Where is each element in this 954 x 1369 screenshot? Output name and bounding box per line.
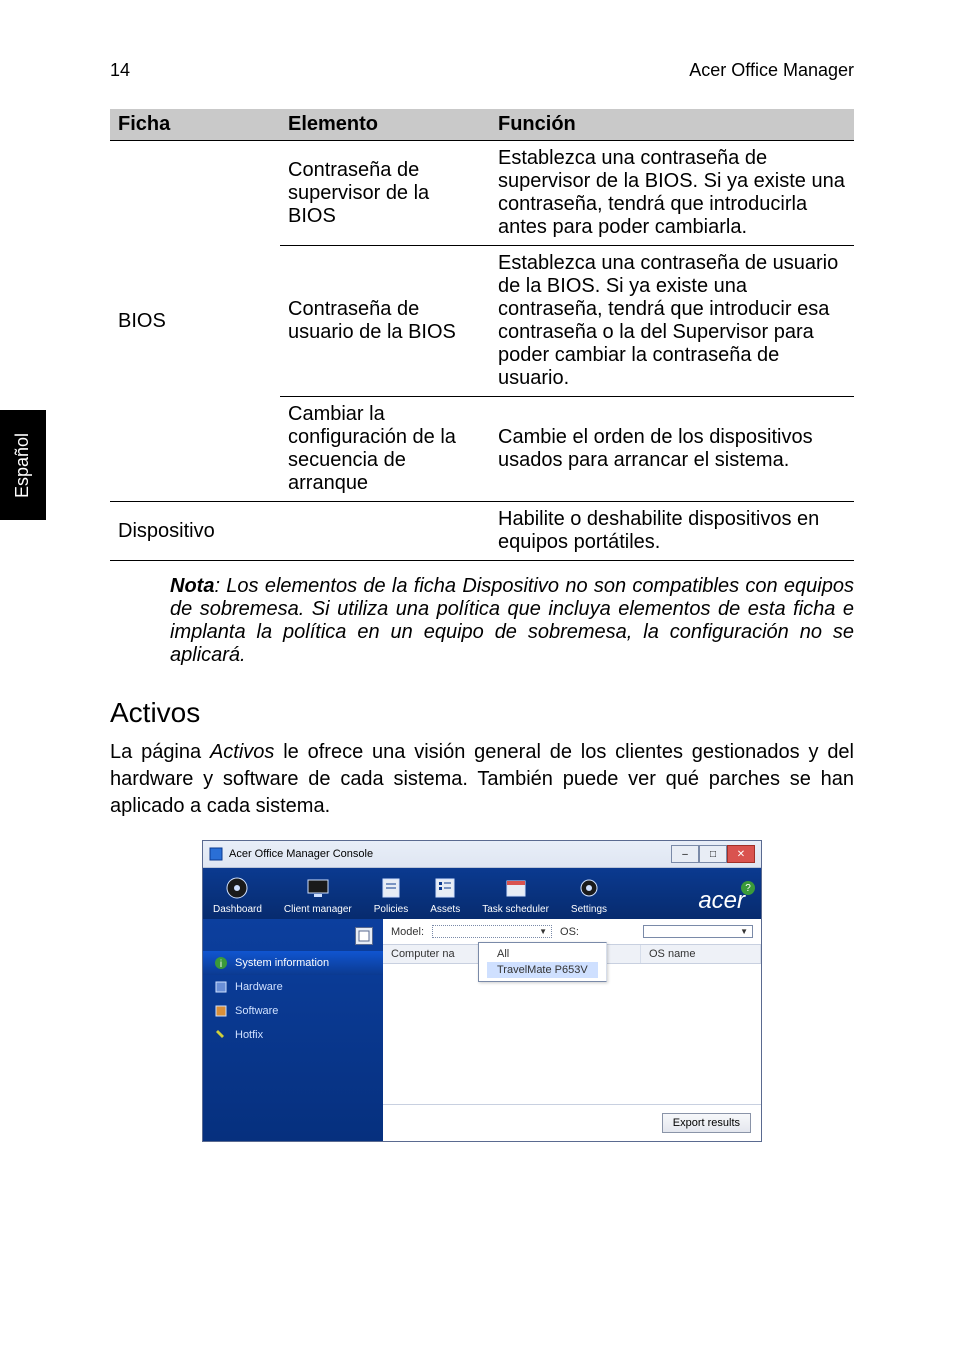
export-results-button[interactable]: Export results bbox=[662, 1113, 751, 1133]
nav-dashboard[interactable]: Dashboard bbox=[213, 876, 262, 915]
dropdown-travelmate[interactable]: TravelMate P653V bbox=[487, 962, 598, 978]
nav-settings-label: Settings bbox=[571, 904, 607, 915]
activos-em: Activos bbox=[210, 741, 274, 763]
sidebar-sysinfo-label: System information bbox=[235, 957, 329, 969]
os-label: OS: bbox=[560, 926, 579, 938]
th-funcion: Función bbox=[490, 109, 854, 141]
td-el-2: Cambiar la configuración de la secuencia… bbox=[280, 397, 490, 502]
os-combo[interactable]: ▼ bbox=[643, 925, 753, 938]
td-el-1: Contraseña de usuario de la BIOS bbox=[280, 246, 490, 397]
main-panel: Model: ▼ OS: ▼ Computer na Model OS name… bbox=[383, 919, 761, 1141]
chevron-down-icon: ▼ bbox=[539, 927, 547, 936]
table-headers: Computer na Model OS name All TravelMate… bbox=[383, 945, 761, 964]
monitor-icon bbox=[303, 876, 333, 900]
nav-settings[interactable]: Settings bbox=[571, 876, 607, 915]
td-el-0: Contraseña de supervisor de la BIOS bbox=[280, 141, 490, 246]
new-doc-icon[interactable] bbox=[355, 927, 373, 945]
nav-client-manager[interactable]: Client manager bbox=[284, 876, 352, 915]
sidebar: i System information Hardware Software H… bbox=[203, 919, 383, 1141]
nav-policies-label: Policies bbox=[374, 904, 408, 915]
model-combo[interactable]: ▼ bbox=[432, 925, 552, 938]
svg-text:i: i bbox=[220, 959, 222, 970]
activos-heading: Activos bbox=[110, 697, 854, 729]
activos-pre: La página bbox=[110, 741, 210, 763]
nav-task-label: Task scheduler bbox=[482, 904, 549, 915]
sidebar-software-label: Software bbox=[235, 1005, 278, 1017]
activos-body: La página Activos le ofrece una visión g… bbox=[110, 739, 854, 820]
td-ficha-disp: Dispositivo bbox=[110, 502, 280, 561]
nav-assets-label: Assets bbox=[430, 904, 460, 915]
brand-text: acer bbox=[698, 887, 745, 914]
brand-logo: acer ? bbox=[698, 887, 751, 915]
page-number: 14 bbox=[110, 60, 130, 81]
nav-client-label: Client manager bbox=[284, 904, 352, 915]
dashboard-icon bbox=[222, 876, 252, 900]
minimize-button[interactable]: – bbox=[671, 845, 699, 863]
th-os-name[interactable]: OS name bbox=[641, 945, 761, 963]
note-paragraph: Nota: Los elementos de la ficha Disposit… bbox=[170, 575, 854, 667]
hotfix-icon bbox=[213, 1027, 229, 1043]
assets-icon bbox=[430, 876, 460, 900]
th-elemento: Elemento bbox=[280, 109, 490, 141]
td-fn-1: Establezca una contraseña de usuario de … bbox=[490, 246, 854, 397]
footer-row: Export results bbox=[383, 1104, 761, 1141]
software-icon bbox=[213, 1003, 229, 1019]
console-screenshot: Acer Office Manager Console – □ ✕ Dashbo… bbox=[202, 840, 762, 1142]
page-header: 14 Acer Office Manager bbox=[110, 60, 854, 81]
td-ficha-bios: BIOS bbox=[110, 141, 280, 502]
nav-policies[interactable]: Policies bbox=[374, 876, 408, 915]
gear-icon bbox=[574, 876, 604, 900]
sidebar-hardware-label: Hardware bbox=[235, 981, 283, 993]
td-fn-0: Establezca una contraseña de supervisor … bbox=[490, 141, 854, 246]
sidebar-item-system-information[interactable]: i System information bbox=[203, 951, 383, 975]
maximize-button[interactable]: □ bbox=[699, 845, 727, 863]
td-fn-disp: Habilite o deshabilite dispositivos en e… bbox=[490, 502, 854, 561]
td-el-disp bbox=[280, 502, 490, 561]
info-icon: i bbox=[213, 955, 229, 971]
bios-table: Ficha Elemento Función BIOS Contraseña d… bbox=[110, 109, 854, 561]
sidebar-item-hardware[interactable]: Hardware bbox=[203, 975, 383, 999]
doc-title: Acer Office Manager bbox=[689, 60, 854, 81]
close-button[interactable]: ✕ bbox=[727, 845, 755, 863]
model-label: Model: bbox=[391, 926, 424, 938]
td-fn-2: Cambie el orden de los dispositivos usad… bbox=[490, 397, 854, 502]
chevron-down-icon: ▼ bbox=[740, 927, 748, 936]
policies-icon bbox=[376, 876, 406, 900]
app-icon bbox=[209, 847, 223, 861]
th-computer-name[interactable]: Computer na bbox=[383, 945, 483, 963]
calendar-icon bbox=[501, 876, 531, 900]
th-ficha: Ficha bbox=[110, 109, 280, 141]
dropdown-all[interactable]: All bbox=[487, 946, 598, 962]
note-text: : Los elementos de la ficha Dispositivo … bbox=[170, 575, 854, 666]
window-buttons: – □ ✕ bbox=[671, 845, 755, 863]
sidebar-item-hotfix[interactable]: Hotfix bbox=[203, 1023, 383, 1047]
window-title: Acer Office Manager Console bbox=[229, 848, 373, 860]
sidebar-hotfix-label: Hotfix bbox=[235, 1029, 263, 1041]
table-body bbox=[383, 964, 761, 1104]
note-label: Nota bbox=[170, 575, 214, 597]
sidebar-item-software[interactable]: Software bbox=[203, 999, 383, 1023]
nav-assets[interactable]: Assets bbox=[430, 876, 460, 915]
hardware-icon bbox=[213, 979, 229, 995]
nav-dashboard-label: Dashboard bbox=[213, 904, 262, 915]
window-titlebar: Acer Office Manager Console – □ ✕ bbox=[203, 841, 761, 868]
model-dropdown[interactable]: All TravelMate P653V bbox=[478, 942, 607, 982]
help-icon[interactable]: ? bbox=[741, 881, 755, 895]
nav-bar: Dashboard Client manager Policies Assets… bbox=[203, 868, 761, 919]
nav-task-scheduler[interactable]: Task scheduler bbox=[482, 876, 549, 915]
